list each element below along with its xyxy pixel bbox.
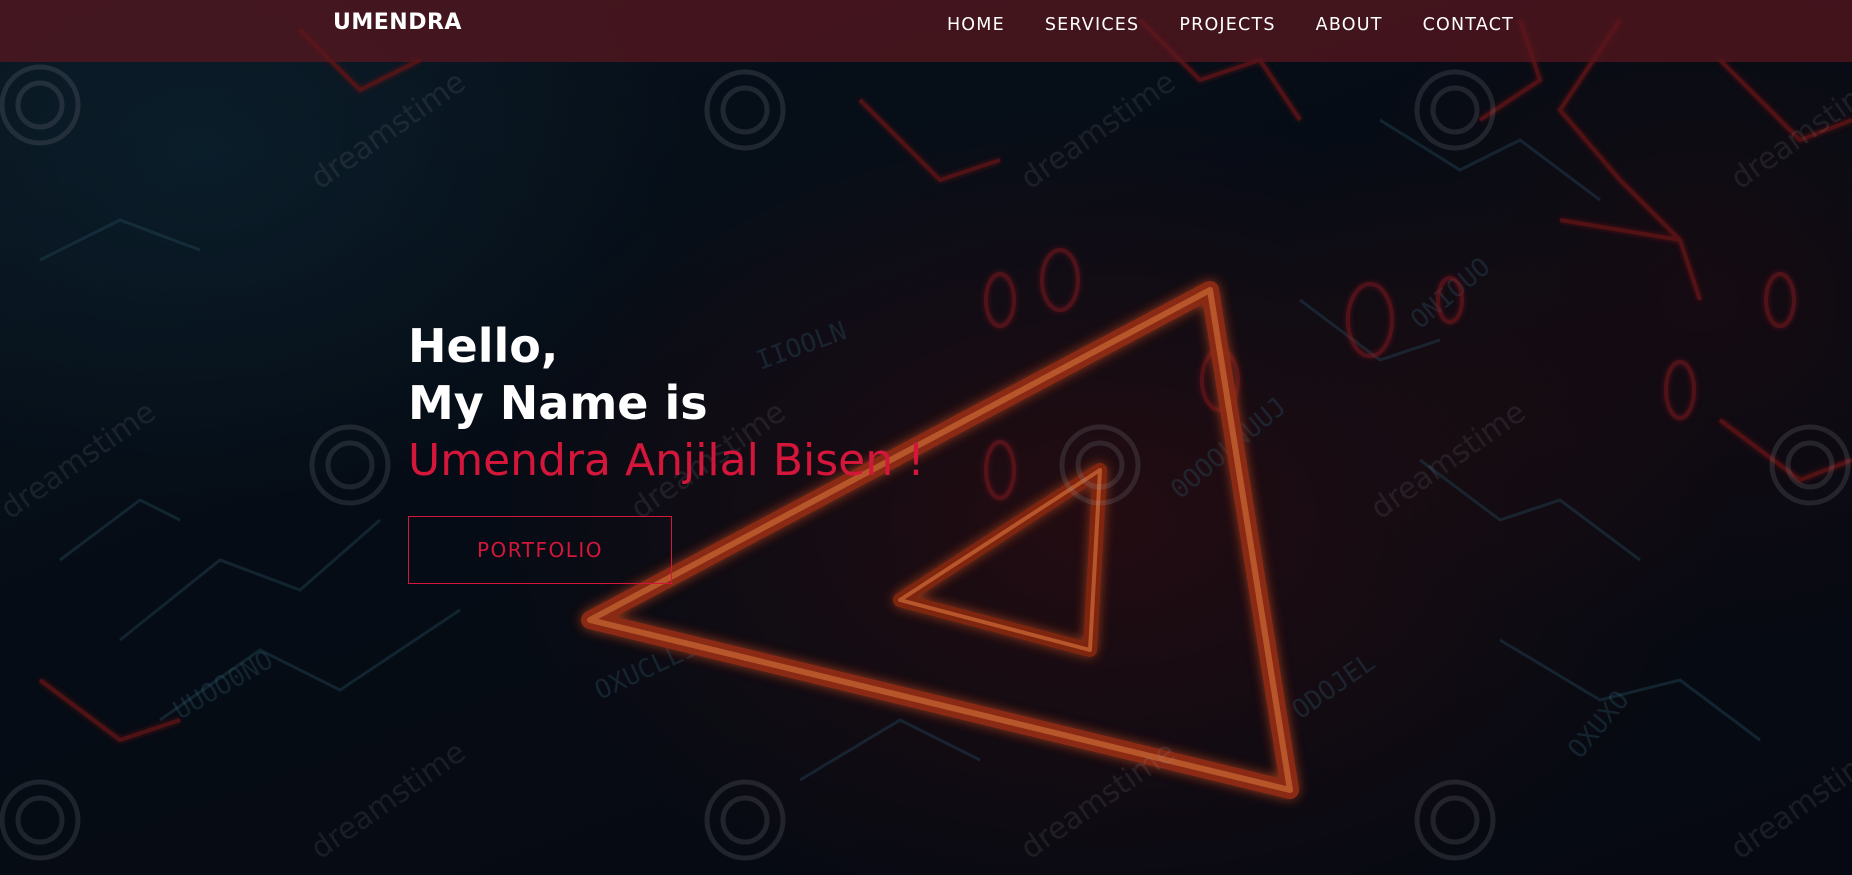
nav-link-projects[interactable]: PROJECTS <box>1179 15 1275 35</box>
hero-name: Umendra Anjilal Bisen ! <box>408 435 925 486</box>
nav-menu: HOME SERVICES PROJECTS ABOUT CONTACT <box>907 15 1514 35</box>
nav-link-contact[interactable]: CONTACT <box>1423 15 1514 35</box>
nav-link-home[interactable]: HOME <box>947 15 1005 35</box>
nav-item-home: HOME <box>907 15 1005 35</box>
nav-link-services[interactable]: SERVICES <box>1045 15 1140 35</box>
nav-link-about[interactable]: ABOUT <box>1316 15 1383 35</box>
background-overlay <box>0 0 1852 875</box>
brand-logo[interactable]: UMENDRA <box>333 10 462 35</box>
portfolio-button[interactable]: PORTFOLIO <box>408 516 672 584</box>
nav-item-services: SERVICES <box>1005 15 1140 35</box>
hero-intro: My Name is <box>408 376 708 430</box>
nav-item-about: ABOUT <box>1276 15 1383 35</box>
navbar: UMENDRA HOME SERVICES PROJECTS ABOUT CON… <box>0 0 1852 62</box>
hero-text: Hello, My Name is Umendra Anjilal Bisen … <box>408 318 925 489</box>
nav-item-contact: CONTACT <box>1383 15 1514 35</box>
nav-item-projects: PROJECTS <box>1139 15 1275 35</box>
hero-greeting: Hello, <box>408 319 559 373</box>
hero-section: UUOO0NO OXUCLLI 0OOOLNUUJ ONIOUO ODOJEL … <box>0 0 1852 875</box>
